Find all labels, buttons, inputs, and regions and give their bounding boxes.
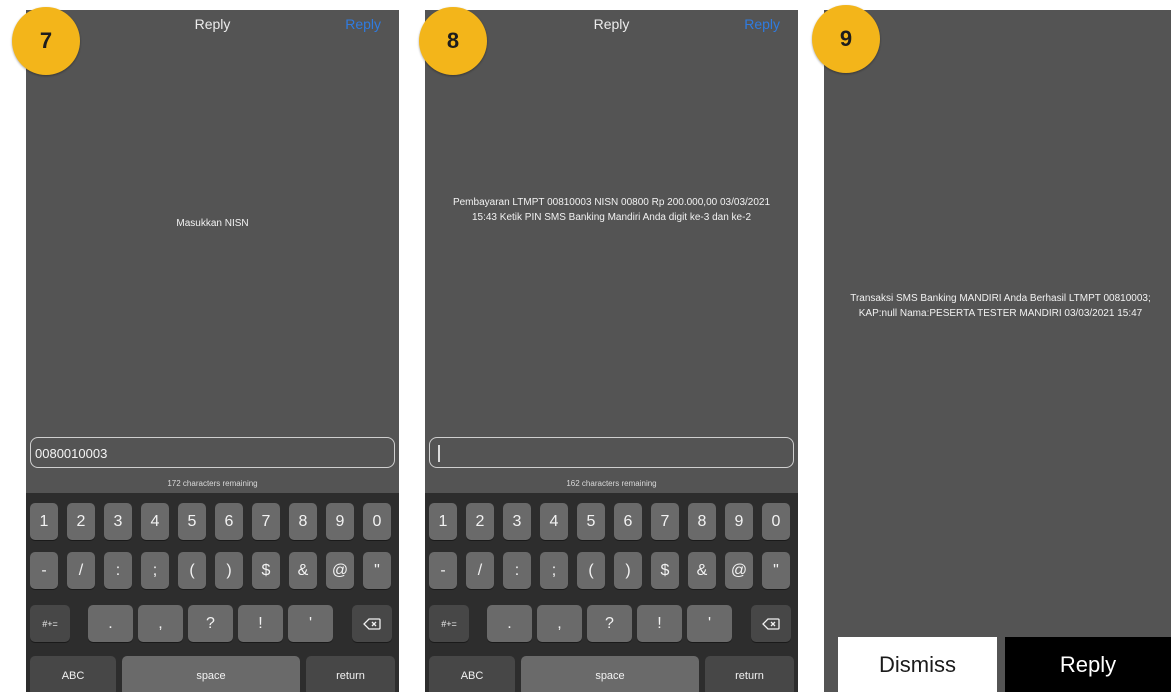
key-dollar[interactable]: $ xyxy=(651,552,679,589)
message-text: Transaksi SMS Banking MANDIRI Anda Berha… xyxy=(850,293,1151,319)
return-key[interactable]: return xyxy=(306,656,395,692)
abc-key[interactable]: ABC xyxy=(429,656,515,692)
reply-input[interactable] xyxy=(429,437,794,468)
key-ampersand[interactable]: & xyxy=(289,552,317,589)
key-8[interactable]: 8 xyxy=(289,503,317,540)
backspace-icon xyxy=(762,617,780,630)
message-text: Pembayaran LTMPT 00810003 NISN 00800 Rp … xyxy=(452,197,771,223)
characters-remaining: 172 characters remaining xyxy=(167,479,258,488)
symbols-key[interactable]: #+= xyxy=(429,605,469,642)
key-exclamation[interactable]: ! xyxy=(238,605,283,642)
key-comma[interactable]: , xyxy=(537,605,582,642)
key-apostrophe[interactable]: ' xyxy=(687,605,732,642)
key-4[interactable]: 4 xyxy=(540,503,568,540)
key-semicolon[interactable]: ; xyxy=(540,552,568,589)
backspace-key[interactable] xyxy=(751,605,791,642)
keyboard: 1 2 3 4 5 6 7 8 9 0 - / : ; ( ) $ & @ " … xyxy=(26,493,399,692)
key-7[interactable]: 7 xyxy=(252,503,280,540)
key-1[interactable]: 1 xyxy=(30,503,58,540)
backspace-key[interactable] xyxy=(352,605,392,642)
message-text: Masukkan NISN xyxy=(176,218,249,229)
step-badge-7: 7 xyxy=(12,7,80,75)
step-badge-9: 9 xyxy=(812,5,880,73)
key-open-paren[interactable]: ( xyxy=(178,552,206,589)
key-slash[interactable]: / xyxy=(466,552,494,589)
key-5[interactable]: 5 xyxy=(577,503,605,540)
key-9[interactable]: 9 xyxy=(326,503,354,540)
key-9[interactable]: 9 xyxy=(725,503,753,540)
key-apostrophe[interactable]: ' xyxy=(288,605,333,642)
return-key[interactable]: return xyxy=(705,656,794,692)
screen-step-8: Reply Reply Pembayaran LTMPT 00810003 NI… xyxy=(425,10,798,692)
abc-key[interactable]: ABC xyxy=(30,656,116,692)
space-key[interactable]: space xyxy=(521,656,699,692)
key-period[interactable]: . xyxy=(487,605,532,642)
key-semicolon[interactable]: ; xyxy=(141,552,169,589)
key-dash[interactable]: - xyxy=(30,552,58,589)
key-comma[interactable]: , xyxy=(138,605,183,642)
key-0[interactable]: 0 xyxy=(363,503,391,540)
screen-step-9: Transaksi SMS Banking MANDIRI Anda Berha… xyxy=(824,10,1171,692)
key-5[interactable]: 5 xyxy=(178,503,206,540)
key-close-paren[interactable]: ) xyxy=(215,552,243,589)
key-at[interactable]: @ xyxy=(326,552,354,589)
text-cursor xyxy=(438,445,440,462)
screen-step-7: Reply Reply Masukkan NISN 0080010003 172… xyxy=(26,10,399,692)
key-7[interactable]: 7 xyxy=(651,503,679,540)
key-1[interactable]: 1 xyxy=(429,503,457,540)
backspace-icon xyxy=(363,617,381,630)
dismiss-button[interactable]: Dismiss xyxy=(838,637,997,692)
reply-input[interactable]: 0080010003 xyxy=(30,437,395,468)
nav-title: Reply xyxy=(194,16,231,32)
key-question[interactable]: ? xyxy=(587,605,632,642)
key-slash[interactable]: / xyxy=(67,552,95,589)
characters-remaining: 162 characters remaining xyxy=(566,479,657,488)
key-6[interactable]: 6 xyxy=(215,503,243,540)
key-3[interactable]: 3 xyxy=(503,503,531,540)
symbols-key[interactable]: #+= xyxy=(30,605,70,642)
key-colon[interactable]: : xyxy=(104,552,132,589)
key-dash[interactable]: - xyxy=(429,552,457,589)
key-exclamation[interactable]: ! xyxy=(637,605,682,642)
key-at[interactable]: @ xyxy=(725,552,753,589)
nav-reply-button[interactable]: Reply xyxy=(744,16,780,32)
key-question[interactable]: ? xyxy=(188,605,233,642)
key-0[interactable]: 0 xyxy=(762,503,790,540)
reply-button[interactable]: Reply xyxy=(1005,637,1171,692)
key-3[interactable]: 3 xyxy=(104,503,132,540)
key-period[interactable]: . xyxy=(88,605,133,642)
key-2[interactable]: 2 xyxy=(466,503,494,540)
key-4[interactable]: 4 xyxy=(141,503,169,540)
step-badge-8: 8 xyxy=(419,7,487,75)
key-6[interactable]: 6 xyxy=(614,503,642,540)
key-open-paren[interactable]: ( xyxy=(577,552,605,589)
key-dollar[interactable]: $ xyxy=(252,552,280,589)
keyboard: 1 2 3 4 5 6 7 8 9 0 - / : ; ( ) $ & @ " … xyxy=(425,493,798,692)
key-quote[interactable]: " xyxy=(363,552,391,589)
nav-reply-button[interactable]: Reply xyxy=(345,16,381,32)
key-2[interactable]: 2 xyxy=(67,503,95,540)
space-key[interactable]: space xyxy=(122,656,300,692)
key-ampersand[interactable]: & xyxy=(688,552,716,589)
key-close-paren[interactable]: ) xyxy=(614,552,642,589)
key-colon[interactable]: : xyxy=(503,552,531,589)
key-quote[interactable]: " xyxy=(762,552,790,589)
key-8[interactable]: 8 xyxy=(688,503,716,540)
